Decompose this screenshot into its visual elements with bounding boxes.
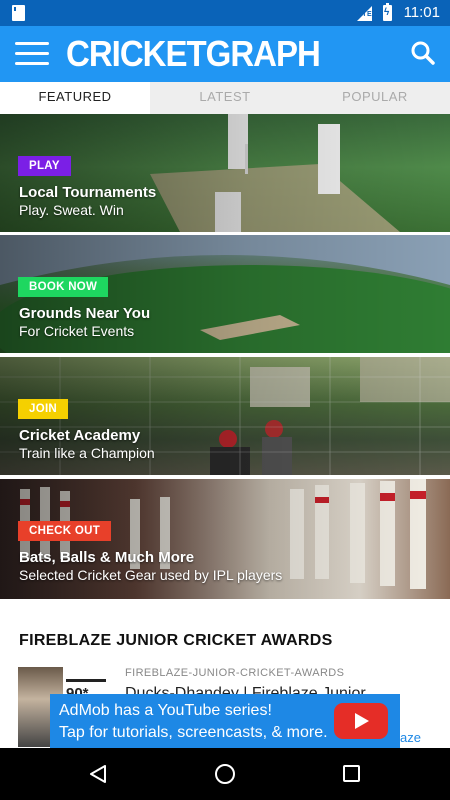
battery-icon: ϟ: [383, 3, 392, 21]
ad-headline: AdMob has a YouTube series!: [59, 702, 272, 719]
thumbnail-bar: [66, 679, 106, 682]
home-icon[interactable]: [215, 764, 235, 784]
back-icon[interactable]: [89, 765, 107, 783]
card-cricket-academy[interactable]: JOIN Cricket Academy Train like a Champi…: [0, 357, 450, 475]
card-subtitle: Train like a Champion: [19, 445, 155, 461]
tab-latest[interactable]: LATEST: [150, 82, 300, 114]
card-title: Bats, Balls & Much More: [19, 549, 195, 566]
app-title: CRICKETGRAPH: [66, 33, 321, 74]
menu-icon[interactable]: [15, 42, 49, 66]
card-grounds-near-you[interactable]: BOOK NOW Grounds Near You For Cricket Ev…: [0, 235, 450, 353]
card-cricket-gear[interactable]: CHECK OUT Bats, Balls & Much More Select…: [0, 479, 450, 599]
youtube-play-icon: [334, 703, 388, 739]
status-bar: LTE ϟ 11:01: [0, 0, 450, 26]
badge-join: JOIN: [18, 399, 69, 419]
card-title: Local Tournaments: [19, 184, 157, 201]
divider: [0, 476, 450, 478]
card-title: Cricket Academy: [19, 427, 141, 444]
sd-card-icon: [12, 5, 27, 21]
tab-bar: FEATURED LATEST POPULAR: [0, 82, 450, 114]
recents-icon[interactable]: [343, 765, 360, 782]
card-subtitle: For Cricket Events: [19, 323, 135, 339]
badge-check-out: CHECK OUT: [18, 521, 112, 541]
card-subtitle: Selected Cricket Gear used by IPL player…: [19, 567, 283, 583]
badge-book-now: BOOK NOW: [18, 277, 109, 297]
card-local-tournaments[interactable]: PLAY Local Tournaments Play. Sweat. Win: [0, 114, 450, 232]
navigation-bar: [0, 748, 450, 800]
tab-popular[interactable]: POPULAR: [300, 82, 450, 114]
card-title: Grounds Near You: [19, 305, 151, 322]
tab-featured[interactable]: FEATURED: [0, 82, 150, 114]
app-bar: CRICKETGRAPH: [0, 26, 450, 82]
card-subtitle: Play. Sweat. Win: [19, 202, 124, 218]
article-link-peek[interactable]: aze: [400, 730, 421, 745]
search-icon[interactable]: [410, 40, 436, 66]
network-type: LTE: [358, 11, 373, 18]
section-title: FIREBLAZE JUNIOR CRICKET AWARDS: [19, 632, 333, 649]
ad-description: Tap for tutorials, screencasts, & more.: [59, 724, 328, 741]
status-time: 11:01: [403, 4, 440, 21]
article-category: FIREBLAZE-JUNIOR-CRICKET-AWARDS: [125, 667, 345, 679]
badge-play: PLAY: [18, 156, 71, 176]
ad-banner[interactable]: AdMob has a YouTube series! Tap for tuto…: [50, 694, 400, 748]
